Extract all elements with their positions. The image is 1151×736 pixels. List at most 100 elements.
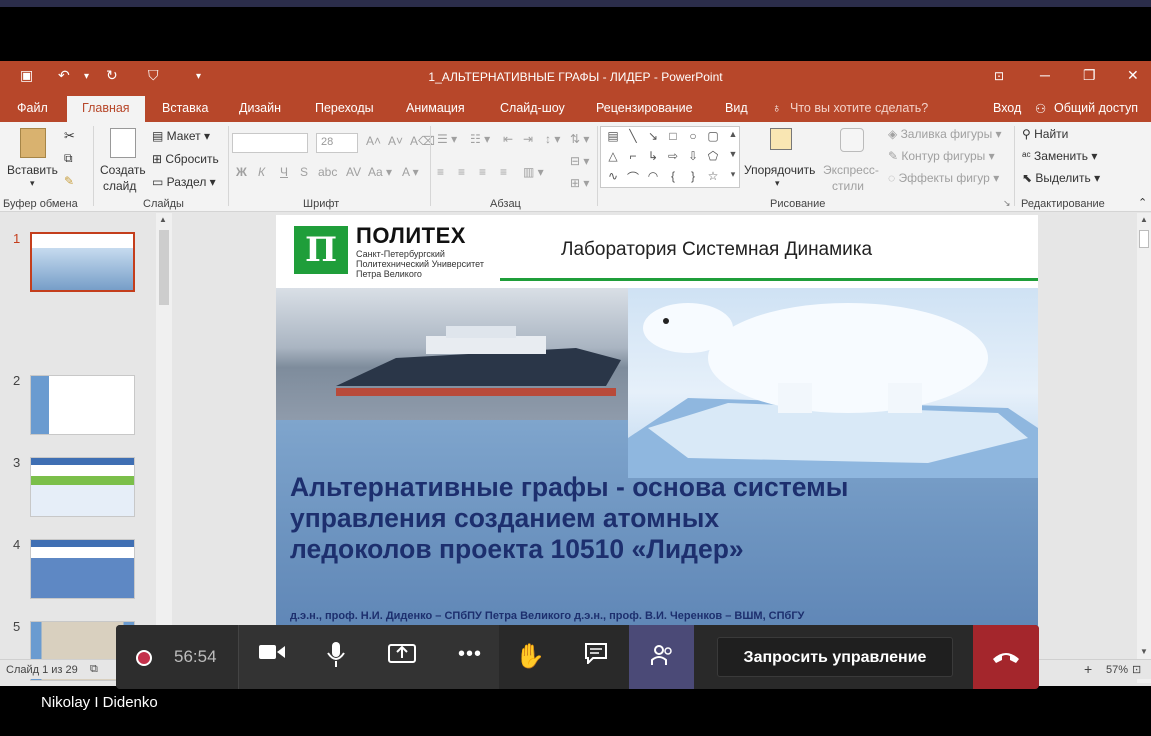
gallery-scroll-down-icon[interactable]: ▼ xyxy=(725,149,741,159)
tab-slideshow[interactable]: Слайд-шоу xyxy=(500,101,565,115)
bullets-icon[interactable]: ☰ ▾ xyxy=(437,132,457,146)
slide-canvas[interactable]: П ПОЛИТЕХ Санкт-Петербургский Политехнич… xyxy=(276,215,1038,635)
scribble-shape-icon[interactable]: ∿ xyxy=(605,169,621,183)
align-text-icon[interactable]: ⊟ ▾ xyxy=(570,154,589,168)
smartart-icon[interactable]: ⊞ ▾ xyxy=(570,176,589,190)
line-shape-icon[interactable]: ╲ xyxy=(625,129,641,143)
scroll-up-icon[interactable]: ▲ xyxy=(159,215,167,224)
tab-transitions[interactable]: Переходы xyxy=(315,101,374,115)
gallery-more-icon[interactable]: ▾ xyxy=(725,169,741,180)
layout-button[interactable]: ▤ Макет ▾ xyxy=(152,129,210,143)
rectangle-shape-icon[interactable]: □ xyxy=(665,129,681,143)
curve-shape-icon[interactable]: ⌒ xyxy=(625,169,641,186)
slide-thumbnail-1[interactable] xyxy=(30,232,135,292)
elbow-connector-shape-icon[interactable]: ⌐ xyxy=(625,149,641,163)
align-center-icon[interactable]: ≡ xyxy=(458,165,465,179)
arrange-dropdown-icon[interactable]: ▾ xyxy=(775,178,780,189)
bold-icon[interactable]: Ж xyxy=(236,165,247,179)
camera-icon[interactable] xyxy=(249,642,295,668)
tab-home[interactable]: Главная xyxy=(67,96,145,122)
section-button[interactable]: ▭ Раздел ▾ xyxy=(152,175,216,189)
strikethrough-icon[interactable]: abc xyxy=(318,165,337,179)
quick-styles-button-line1[interactable]: Экспресс- xyxy=(823,163,879,177)
scroll-down-icon[interactable]: ▼ xyxy=(1140,647,1148,656)
fit-to-window-icon[interactable]: ⊡ xyxy=(1132,663,1141,676)
font-size-combo[interactable]: 28 xyxy=(316,133,358,153)
format-painter-icon[interactable]: ✎ xyxy=(64,174,74,188)
shadow-icon[interactable]: S xyxy=(300,165,308,179)
more-options-icon[interactable]: ••• xyxy=(447,643,493,666)
triangle-shape-icon[interactable]: △ xyxy=(605,149,621,163)
align-right-icon[interactable]: ≡ xyxy=(479,165,486,179)
tab-design[interactable]: Дизайн xyxy=(239,101,281,115)
numbering-icon[interactable]: ☷ ▾ xyxy=(470,132,490,146)
close-icon[interactable]: ✕ xyxy=(1127,67,1139,84)
tab-insert[interactable]: Вставка xyxy=(162,101,208,115)
collapse-ribbon-icon[interactable]: ⌃ xyxy=(1138,196,1147,209)
rounded-rect-shape-icon[interactable]: ▢ xyxy=(705,129,721,143)
font-color-icon[interactable]: A ▾ xyxy=(402,165,419,179)
clear-format-icon[interactable]: A⌫ xyxy=(410,134,435,148)
font-name-combo[interactable] xyxy=(232,133,308,153)
oval-shape-icon[interactable]: ○ xyxy=(685,129,701,143)
arrange-button[interactable]: Упорядочить xyxy=(744,163,815,177)
share-button[interactable]: Общий доступ xyxy=(1054,101,1138,115)
thumbnail-scroll-thumb[interactable] xyxy=(159,230,169,305)
quick-styles-icon[interactable] xyxy=(840,128,864,152)
shape-effects-button[interactable]: ◌ Эффекты фигур ▾ xyxy=(888,171,999,185)
participants-icon[interactable] xyxy=(639,643,685,673)
text-direction-icon[interactable]: ⇅ ▾ xyxy=(570,132,589,146)
shape-outline-button[interactable]: ✎ Контур фигуры ▾ xyxy=(888,149,995,163)
slide-scroll-thumb[interactable] xyxy=(1139,230,1149,248)
select-button[interactable]: ⬉ Выделить ▾ xyxy=(1022,171,1100,185)
font-shrink-icon[interactable]: A˅ xyxy=(388,134,403,148)
signin-link[interactable]: Вход xyxy=(993,101,1021,115)
font-grow-icon[interactable]: A˄ xyxy=(366,134,381,148)
italic-icon[interactable]: К xyxy=(258,165,265,179)
new-slide-button-line2[interactable]: слайд xyxy=(103,179,136,193)
paste-icon[interactable] xyxy=(20,128,46,158)
slide-thumbnail-2[interactable] xyxy=(30,375,135,435)
restore-icon[interactable]: ❐ xyxy=(1083,67,1096,84)
slide-thumbnail-3[interactable] xyxy=(30,457,135,517)
right-brace-shape-icon[interactable]: } xyxy=(685,169,701,183)
tab-file[interactable]: Файл xyxy=(17,101,48,115)
cut-icon[interactable]: ✂ xyxy=(64,128,75,144)
arc-shape-icon[interactable]: ◠ xyxy=(645,169,661,183)
change-case-icon[interactable]: Aa ▾ xyxy=(368,165,392,179)
reset-button[interactable]: ⊞ Сбросить xyxy=(152,152,219,166)
underline-icon[interactable]: Ч xyxy=(280,165,288,179)
find-button[interactable]: ⚲ Найти xyxy=(1022,127,1068,141)
ribbon-display-options-icon[interactable]: ⊡ xyxy=(994,69,1004,83)
replace-button[interactable]: ᵃᶜ Заменить ▾ xyxy=(1022,149,1097,163)
thumbnail-scrollbar[interactable]: ▲ xyxy=(156,213,172,683)
columns-icon[interactable]: ▥ ▾ xyxy=(523,165,544,179)
star-shape-icon[interactable]: ☆ xyxy=(705,169,721,183)
copy-icon[interactable]: ⧉ xyxy=(64,151,73,166)
raise-hand-icon[interactable]: ✋ xyxy=(507,642,553,671)
align-left-icon[interactable]: ≡ xyxy=(437,165,444,179)
elbow-arrow-shape-icon[interactable]: ↳ xyxy=(645,149,661,163)
chat-icon[interactable] xyxy=(573,642,619,670)
tab-animation[interactable]: Анимация xyxy=(406,101,465,115)
shape-fill-button[interactable]: ◈ Заливка фигуры ▾ xyxy=(888,127,1002,141)
left-brace-shape-icon[interactable]: { xyxy=(665,169,681,183)
line-spacing-icon[interactable]: ↕ ▾ xyxy=(545,132,560,146)
minimize-icon[interactable]: ─ xyxy=(1040,67,1050,83)
drawing-dialog-launcher-icon[interactable]: ↘ xyxy=(1003,198,1011,209)
arrange-icon[interactable] xyxy=(770,128,792,150)
freeform-shape-icon[interactable]: ⬠ xyxy=(705,149,721,163)
paste-dropdown-icon[interactable]: ▾ xyxy=(30,178,35,189)
scroll-up-icon[interactable]: ▲ xyxy=(1140,215,1148,224)
right-arrow-shape-icon[interactable]: ⇨ xyxy=(665,149,681,163)
increase-indent-icon[interactable]: ⇥ xyxy=(523,132,533,146)
shapes-gallery[interactable]: ▤ ╲ ↘ □ ○ ▢ △ ⌐ ↳ ⇨ ⇩ ⬠ ∿ ⌒ ◠ { } ☆ ▲ ▼ … xyxy=(600,126,740,188)
tab-view[interactable]: Вид xyxy=(725,101,748,115)
spelling-icon[interactable]: ⧉ xyxy=(90,663,98,676)
justify-icon[interactable]: ≡ xyxy=(500,165,507,179)
zoom-level[interactable]: 57% xyxy=(1106,664,1128,676)
tell-me-input[interactable]: Что вы хотите сделать? xyxy=(790,101,928,115)
quick-styles-button-line2[interactable]: стили xyxy=(832,179,864,193)
zoom-in-icon[interactable]: + xyxy=(1084,661,1092,677)
decrease-indent-icon[interactable]: ⇤ xyxy=(503,132,513,146)
